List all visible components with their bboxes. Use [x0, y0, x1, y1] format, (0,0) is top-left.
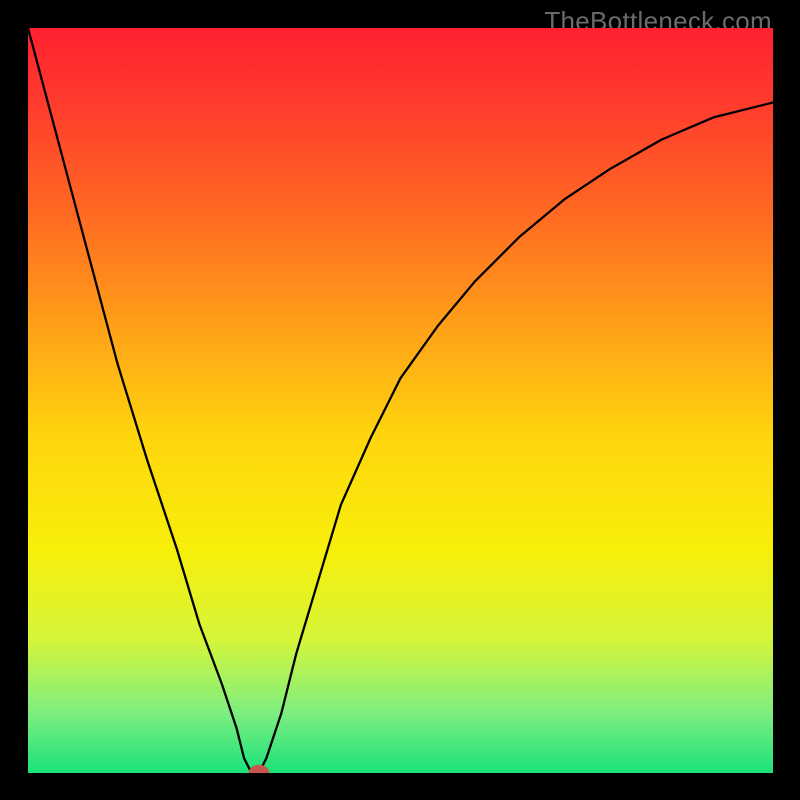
bottleneck-chart — [28, 28, 773, 773]
chart-frame: TheBottleneck.com — [0, 0, 800, 800]
